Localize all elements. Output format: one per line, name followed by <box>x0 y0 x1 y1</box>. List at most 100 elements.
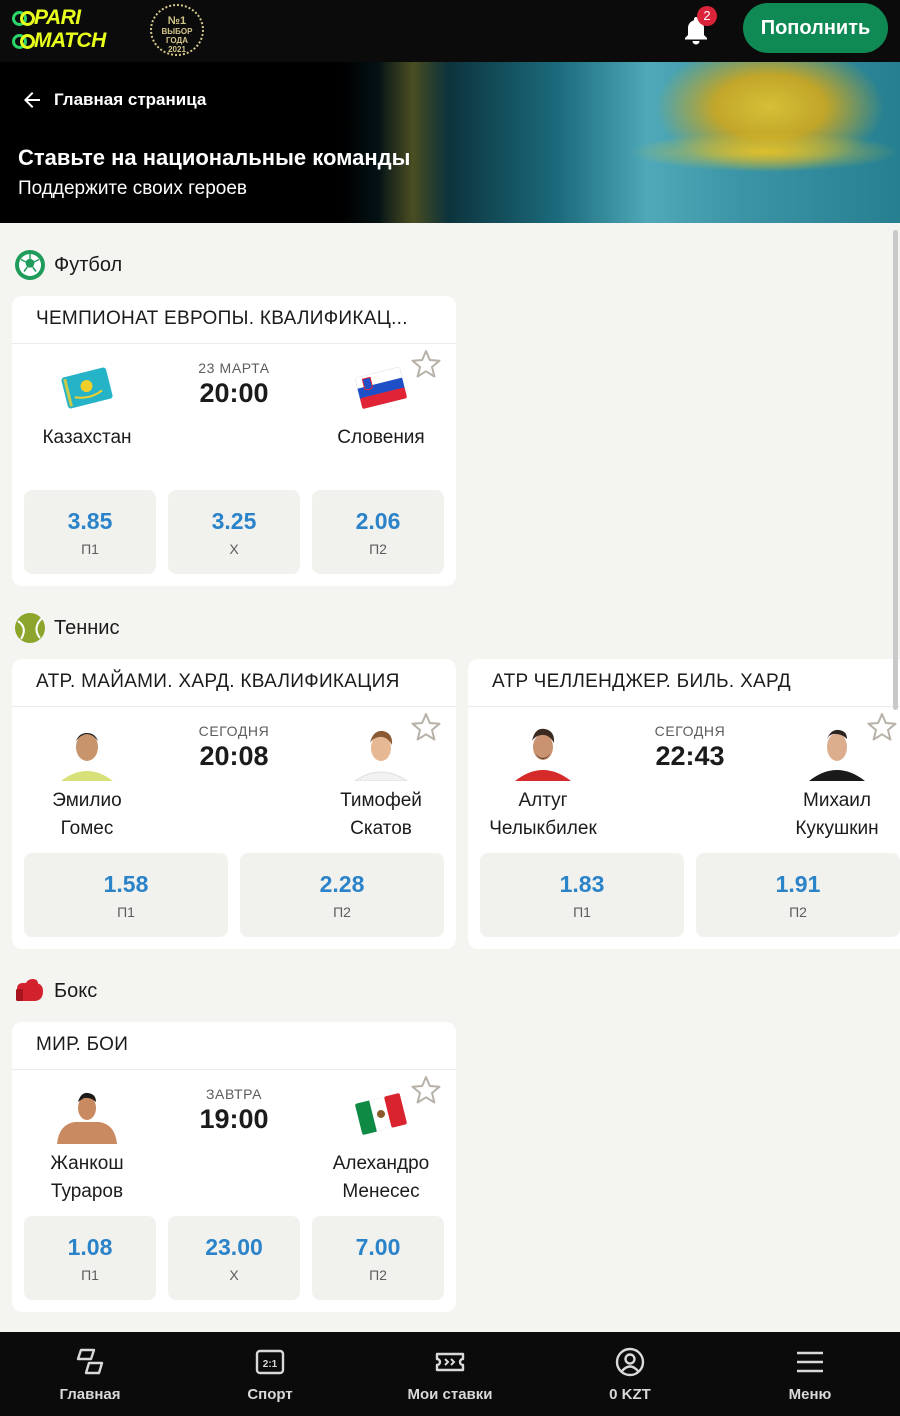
odd-label: П1 <box>81 541 99 557</box>
boxing-glove-icon <box>16 979 43 1001</box>
odd-button-p1[interactable]: 1.83 П1 <box>480 853 684 937</box>
event-body: Жанкош Тураров ЗАВТРА 19:00 Алехандро Ме… <box>12 1070 456 1218</box>
event-start-time: 22:43 <box>655 741 725 771</box>
player-first-name: Тимофей <box>340 790 422 811</box>
odd-button-draw[interactable]: 23.00 Х <box>168 1216 300 1300</box>
odd-button-p2[interactable]: 2.28 П2 <box>240 853 444 937</box>
odds-row: 3.85 П1 3.25 Х 2.06 П2 <box>24 490 444 574</box>
bottom-navigation: Главная 2:1 Спорт Мои ставки 0 KZT Меню <box>0 1332 900 1416</box>
odd-label: П1 <box>117 904 135 920</box>
event-date: ЗАВТРА <box>205 1086 263 1102</box>
player-photo-avatar <box>351 721 411 781</box>
flag-ornament <box>378 62 448 223</box>
mexico-flag-icon <box>355 1093 407 1135</box>
nav-home[interactable]: Главная <box>0 1332 180 1416</box>
odd-button-draw[interactable]: 3.25 Х <box>168 490 300 574</box>
nav-account[interactable]: 0 KZT <box>540 1332 720 1416</box>
event-card-tennis-1[interactable]: ATP. МАЙАМИ. ХАРД. КВАЛИФИКАЦИЯ Эмилио Г… <box>12 659 456 949</box>
odd-button-p1[interactable]: 1.08 П1 <box>24 1216 156 1300</box>
event-body: Алтуг Челыкбилек СЕГОДНЯ 22:43 Михаил Ку… <box>468 707 900 855</box>
odd-button-p2[interactable]: 1.91 П2 <box>696 853 900 937</box>
event-start-time: 19:00 <box>199 1104 269 1134</box>
player-first-name: Алтуг <box>518 790 568 811</box>
odd-label: Х <box>229 541 239 557</box>
back-link-label: Главная страница <box>54 90 207 109</box>
odd-value: 23.00 <box>205 1234 263 1260</box>
odd-value: 7.00 <box>355 1234 401 1260</box>
odd-value: 1.58 <box>103 871 149 897</box>
svg-text:2:1: 2:1 <box>263 1359 278 1370</box>
nav-label: Спорт <box>247 1386 293 1403</box>
banner-subtitle: Поддержите своих героев <box>18 178 247 199</box>
section-tennis-header: Теннис <box>14 612 119 644</box>
home-icon <box>76 1348 104 1375</box>
odd-label: Х <box>229 1267 239 1283</box>
event-body: Казахстан 23 МАРТА 20:00 Словения <box>12 344 456 492</box>
section-title: Бокс <box>54 979 98 1002</box>
notification-count-badge: 2 <box>697 6 717 26</box>
player-first-name: Эмилио <box>52 790 122 811</box>
event-card-tennis-2[interactable]: ATP ЧЕЛЛЕНДЖЕР. БИЛЬ. ХАРД Алтуг Челыкби… <box>468 659 900 949</box>
league-title: ATP. МАЙАМИ. ХАРД. КВАЛИФИКАЦИЯ <box>12 659 456 707</box>
event-card-boxing[interactable]: МИР. БОИ Жанкош Тураров ЗАВТРА 19:00 Але… <box>12 1022 456 1312</box>
logo-text-line1: PARI <box>34 6 81 29</box>
odd-value: 1.08 <box>67 1234 113 1260</box>
odd-label: П1 <box>573 904 591 920</box>
odd-label: П2 <box>369 541 387 557</box>
odd-value: 3.25 <box>211 508 257 534</box>
ticket-icon <box>435 1352 465 1372</box>
football-icon <box>15 250 45 280</box>
nav-label: Мои ставки <box>407 1386 493 1403</box>
event-body: Эмилио Гомес СЕГОДНЯ 20:08 Тимофей Скато… <box>12 707 456 855</box>
award-year: 2021 <box>168 45 186 54</box>
back-to-home-link[interactable]: Главная страница <box>20 88 206 112</box>
home-fighter: Жанкош Тураров <box>12 1084 162 1206</box>
away-team-name: Словения <box>337 427 425 448</box>
account-icon <box>615 1347 645 1377</box>
flag-eagle-decoration <box>630 132 900 172</box>
home-team: Казахстан <box>12 358 162 452</box>
home-player: Эмилио Гомес <box>12 721 162 843</box>
fighter-first-name: Жанкош <box>50 1153 124 1174</box>
odd-value: 3.85 <box>67 508 113 534</box>
fighter-photo-avatar <box>57 1084 117 1144</box>
event-date: СЕГОДНЯ <box>654 723 726 739</box>
odd-value: 1.83 <box>559 871 605 897</box>
player-first-name: Михаил <box>803 790 871 811</box>
player-photo-avatar <box>57 721 117 781</box>
player-last-name: Гомес <box>60 818 114 839</box>
slovenia-flag-icon <box>354 367 407 409</box>
star-icon[interactable] <box>866 711 898 743</box>
odd-button-p2[interactable]: 2.06 П2 <box>312 490 444 574</box>
tennis-ball-icon <box>15 613 45 643</box>
odd-label: П1 <box>81 1267 99 1283</box>
odd-button-p1[interactable]: 3.85 П1 <box>24 490 156 574</box>
award-line: ВЫБОР <box>161 27 193 36</box>
event-time: СЕГОДНЯ 22:43 <box>615 723 765 772</box>
nav-my-bets[interactable]: Мои ставки <box>360 1332 540 1416</box>
event-time: ЗАВТРА 19:00 <box>159 1086 309 1135</box>
player-photo-avatar <box>807 721 867 781</box>
player-photo-avatar <box>513 721 573 781</box>
deposit-button[interactable]: Пополнить <box>743 3 888 53</box>
star-icon[interactable] <box>410 711 442 743</box>
home-player: Алтуг Челыкбилек <box>468 721 618 843</box>
nav-sport[interactable]: 2:1 Спорт <box>180 1332 360 1416</box>
star-icon[interactable] <box>410 1074 442 1106</box>
odd-button-p1[interactable]: 1.58 П1 <box>24 853 228 937</box>
odd-label: П2 <box>333 904 351 920</box>
star-icon[interactable] <box>410 348 442 380</box>
odd-value: 2.06 <box>355 508 401 534</box>
parimatch-logo[interactable]: PARI MATCH <box>12 6 134 52</box>
player-last-name: Челыкбилек <box>489 818 597 839</box>
logo-text-line2: MATCH <box>34 29 106 52</box>
event-card-football[interactable]: ЧЕМПИОНАТ ЕВРОПЫ. КВАЛИФИКАЦ... Казахста… <box>12 296 456 586</box>
page-scrollbar[interactable] <box>893 230 898 710</box>
odd-button-p2[interactable]: 7.00 П2 <box>312 1216 444 1300</box>
nav-menu[interactable]: Меню <box>720 1332 900 1416</box>
top-bar: PARI MATCH №1 ВЫБОР ГОДА 2021 2 Пополнит… <box>0 0 900 62</box>
logo-mark-icon <box>12 9 35 26</box>
section-title: Теннис <box>54 616 120 639</box>
event-date: 23 МАРТА <box>198 360 270 376</box>
odd-label: П2 <box>789 904 807 920</box>
